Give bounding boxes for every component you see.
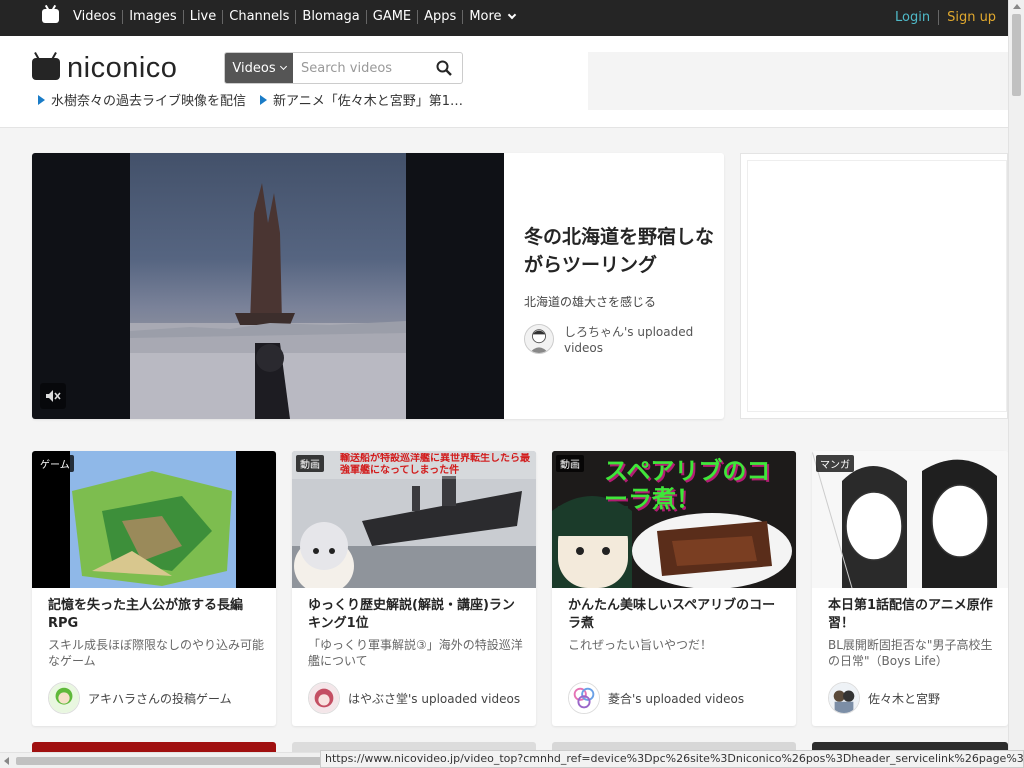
thumbnail-caption: 輸送船が特設巡洋艦に異世界転生したら最強軍艦になってしまった件 (340, 453, 530, 476)
news-tickers: 水樹奈々の過去ライブ映像を配信 新アニメ「佐々木と宮野」第1… (38, 90, 463, 109)
side-ad-panel (740, 153, 1008, 419)
card-owner-name: アキハラさんの投稿ゲーム (88, 691, 232, 706)
avatar (308, 682, 340, 714)
auth-links: Login Sign up (895, 10, 996, 25)
content-card[interactable]: 動画 輸送船が特設巡洋艦に異世界転生したら最強軍艦になってしまった件 ゆっくり歴… (292, 451, 536, 726)
arrow-right-icon (260, 94, 268, 105)
card-description: 「ゆっくり軍事解説③」海外の特設巡洋艦について (308, 638, 523, 668)
card-title: かんたん美味しいスペアリブのコーラ煮 (568, 598, 776, 631)
scroll-thumb[interactable] (1012, 14, 1021, 96)
nav-link-live[interactable]: Live (182, 10, 223, 24)
card-owner[interactable]: 佐々木と宮野 (828, 682, 940, 714)
header-promo-area (588, 52, 1008, 110)
featured-subtitle: 北海道の雄大さを感じる (524, 295, 657, 309)
chevron-down-icon (507, 10, 516, 20)
card-owner[interactable]: はやぶさ堂's uploaded videos (308, 682, 520, 714)
nav-link-videos[interactable]: Videos (67, 10, 122, 24)
content-card[interactable]: マンガ 本日第1話配信のアニメ原作習！ BL展開断固拒否な"男子高校生の日常"（… (812, 451, 1008, 726)
thumbnail-caption: スペアリブのコーラ煮！ (604, 457, 771, 513)
featured-owner[interactable]: しろちゃん's uploaded videos (524, 324, 714, 356)
card-description: BL展開断固拒否な"男子高校生の日常"（Boys Life） (828, 638, 993, 668)
card-owner[interactable]: 菱合's uploaded videos (568, 682, 744, 714)
avatar (568, 682, 600, 714)
nav-more-button[interactable]: More (462, 10, 520, 24)
search-box: Videos (224, 52, 463, 84)
card-title: 記憶を失った主人公が旅する長編RPG (48, 598, 244, 631)
card-owner-name: 佐々木と宮野 (868, 691, 941, 706)
card-title: 本日第1話配信のアニメ原作習！ (828, 598, 993, 631)
card-description: スキル成長ほぼ際限なしのやり込み可能なゲーム (48, 638, 264, 668)
search-scope-dropdown[interactable]: Videos (225, 53, 293, 83)
category-badge: マンガ (816, 455, 854, 472)
scroll-left-icon[interactable] (4, 757, 9, 765)
nav-link-game[interactable]: GAME (365, 10, 417, 24)
mute-button[interactable] (40, 383, 66, 409)
featured-video[interactable]: 冬の北海道を野宿しながらツーリング 北海道の雄大さを感じる しろちゃん's up… (32, 153, 724, 419)
card-owner-name: はやぶさ堂's uploaded videos (348, 691, 521, 706)
content-card[interactable]: ゲーム 記憶を失った主人公が旅する長編RPG スキル成長ほぼ際限なしのやり込み可… (32, 451, 276, 726)
logo-tv-icon (32, 57, 60, 80)
logo-text: niconico (67, 52, 178, 84)
card-description: これぜったい旨いやつだ！ (568, 638, 713, 652)
nav-link-blomaga[interactable]: Blomaga (295, 10, 365, 24)
ticker-text: 水樹奈々の過去ライブ映像を配信 (51, 94, 247, 109)
status-url: https://www.nicovideo.jp/video_top?cmnhd… (320, 750, 1024, 768)
global-nav: Videos Images Live Channels Blomaga GAME… (0, 0, 1008, 36)
nav-link-images[interactable]: Images (122, 10, 183, 24)
side-ad-frame (747, 160, 1007, 412)
card-thumbnail: 動画 スペアリブのコーラ煮！ (552, 451, 796, 588)
chevron-down-icon (279, 62, 287, 70)
vertical-scrollbar[interactable] (1008, 0, 1024, 768)
ticker-item[interactable]: 新アニメ「佐々木と宮野」第1… (260, 90, 463, 109)
avatar (828, 682, 860, 714)
featured-info: 冬の北海道を野宿しながらツーリング 北海道の雄大さを感じる しろちゃん's up… (524, 223, 714, 356)
site-header: niconico Videos 水樹奈々の過去ライブ映像を配信 新アニメ「佐々木… (0, 36, 1008, 128)
login-link[interactable]: Login (895, 10, 938, 25)
search-icon[interactable] (436, 60, 452, 76)
niconico-tv-icon[interactable] (42, 9, 59, 23)
featured-title[interactable]: 冬の北海道を野宿しながらツーリング (524, 223, 714, 279)
nav-more-label: More (469, 9, 502, 24)
card-thumbnail: マンガ (812, 451, 1008, 588)
card-thumbnail: 動画 輸送船が特設巡洋艦に異世界転生したら最強軍艦になってしまった件 (292, 451, 536, 588)
niconico-logo[interactable]: niconico (32, 52, 177, 85)
card-owner[interactable]: アキハラさんの投稿ゲーム (48, 682, 232, 714)
card-owner-name: 菱合's uploaded videos (608, 691, 745, 706)
search-input[interactable] (301, 58, 429, 78)
avatar (48, 682, 80, 714)
signup-link[interactable]: Sign up (938, 10, 996, 25)
nav-link-apps[interactable]: Apps (417, 10, 462, 24)
card-thumbnail: ゲーム (32, 451, 276, 588)
search-scope-label: Videos (232, 60, 276, 76)
video-scene-image (130, 183, 406, 419)
ticker-text: 新アニメ「佐々木と宮野」第1… (273, 94, 464, 109)
featured-owner-name: しろちゃん's uploaded videos (564, 325, 694, 355)
service-links: Videos Images Live Channels Blomaga GAME… (67, 10, 521, 24)
category-badge: 動画 (296, 455, 324, 472)
category-badge: ゲーム (36, 455, 74, 472)
video-frame (130, 153, 406, 419)
content-card[interactable]: 動画 スペアリブのコーラ煮！ かんたん美味しいスペアリブのコーラ煮 これぜったい… (552, 451, 796, 726)
avatar (524, 324, 554, 354)
category-badge: 動画 (556, 455, 584, 472)
scroll-up-icon[interactable] (1013, 4, 1021, 9)
ticker-item[interactable]: 水樹奈々の過去ライブ映像を配信 (38, 90, 246, 109)
featured-video-player[interactable] (32, 153, 504, 419)
arrow-right-icon (38, 94, 45, 105)
card-title: ゆっくり歴史解説(解説・講座)ランキング1位 (308, 598, 515, 631)
nav-link-channels[interactable]: Channels (222, 10, 295, 24)
speaker-muted-icon (46, 390, 61, 402)
